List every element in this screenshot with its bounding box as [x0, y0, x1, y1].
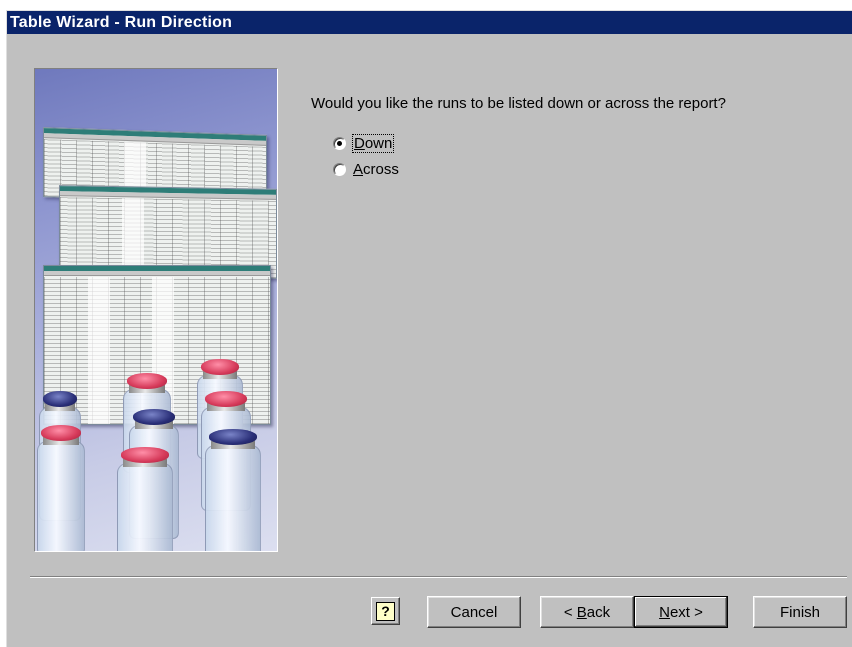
radio-down[interactable]: Down [333, 133, 395, 153]
back-rest: ack [586, 603, 611, 621]
vial-graphic [37, 425, 85, 551]
finish-button[interactable]: Finish [753, 596, 847, 628]
next-button[interactable]: Next > [634, 596, 728, 628]
wizard-illustration [34, 68, 278, 552]
label-text: cross [363, 160, 399, 178]
next-label: Next > [659, 604, 703, 621]
cancel-label: Cancel [450, 603, 498, 621]
vial-graphic [205, 429, 261, 551]
accelerator-key: B [576, 603, 587, 621]
accelerator-key: N [659, 603, 670, 621]
radio-across[interactable]: Across [333, 160, 399, 178]
radio-button[interactable] [333, 136, 346, 150]
radio-down-label[interactable]: Down [351, 133, 395, 153]
cancel-button[interactable]: Cancel [427, 596, 521, 628]
help-button[interactable]: ? [371, 597, 400, 625]
accelerator-key: A [353, 160, 364, 178]
help-icon: ? [376, 601, 395, 621]
accelerator-key: D [354, 134, 365, 152]
next-rest: ext > [669, 603, 703, 621]
separator [30, 576, 847, 578]
back-prefix: < [563, 603, 577, 621]
vial-graphic [117, 447, 173, 551]
question-text: Would you like the runs to be listed dow… [311, 95, 726, 112]
window-title: Table Wizard - Run Direction [7, 11, 852, 34]
finish-label: Finish [779, 603, 820, 621]
radio-across-label[interactable]: Across [353, 161, 399, 178]
label-text: own [364, 134, 393, 152]
back-button[interactable]: < Back [540, 596, 634, 628]
back-label: < Back [564, 604, 610, 621]
radio-button[interactable] [333, 162, 346, 176]
radio-selected-dot [337, 140, 342, 146]
wizard-window: Table Wizard - Run Direction Would you l… [6, 10, 852, 647]
